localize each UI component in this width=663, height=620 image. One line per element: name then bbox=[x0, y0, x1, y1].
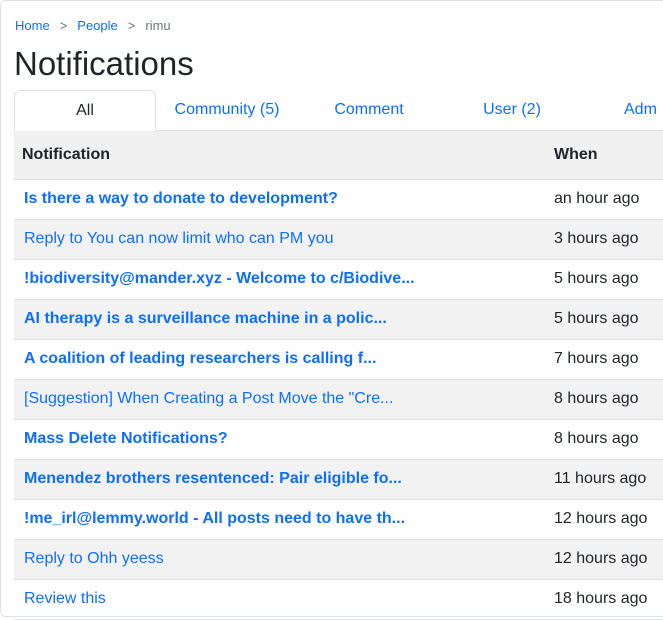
notification-cell: Mass Delete Notifications? bbox=[14, 419, 554, 460]
notification-time: 12 hours ago bbox=[554, 539, 663, 580]
tab-community[interactable]: Community (5) bbox=[164, 90, 290, 131]
notification-time: 5 hours ago bbox=[554, 259, 663, 300]
notification-cell: AI therapy is a surveillance machine in … bbox=[14, 299, 554, 340]
notification-link[interactable]: Reply to Ohh yeess bbox=[24, 550, 164, 567]
table-row: !me_irl@lemmy.world - All posts need to … bbox=[14, 499, 663, 540]
notification-cell: A coalition of leading researchers is ca… bbox=[14, 339, 554, 380]
table-row: A coalition of leading researchers is ca… bbox=[14, 339, 663, 380]
table-header-row: Notification When bbox=[14, 131, 663, 180]
table-row: !biodiversity@mander.xyz - Welcome to c/… bbox=[14, 259, 663, 300]
notification-cell: !biodiversity@mander.xyz - Welcome to c/… bbox=[14, 259, 554, 300]
notification-time: 8 hours ago bbox=[554, 379, 663, 420]
table-row: Review this 18 hours ago bbox=[14, 579, 663, 620]
notification-link[interactable]: AI therapy is a surveillance machine in … bbox=[24, 310, 387, 327]
notification-link[interactable]: Menendez brothers resentenced: Pair elig… bbox=[24, 470, 402, 487]
table-row: Mass Delete Notifications? 8 hours ago bbox=[14, 419, 663, 460]
breadcrumb-separator: > bbox=[59, 18, 68, 33]
notification-link[interactable]: [Suggestion] When Creating a Post Move t… bbox=[24, 390, 393, 407]
notification-link[interactable]: Review this bbox=[24, 590, 106, 607]
breadcrumb-people-link[interactable]: People bbox=[77, 18, 117, 33]
notification-link[interactable]: Reply to You can now limit who can PM yo… bbox=[24, 230, 334, 247]
tab-comment[interactable]: Comment bbox=[314, 90, 424, 131]
notification-time: 11 hours ago bbox=[554, 459, 663, 500]
notification-cell: Reply to Ohh yeess bbox=[14, 539, 554, 580]
tab-all[interactable]: All bbox=[14, 90, 156, 131]
notification-time: an hour ago bbox=[554, 179, 663, 220]
notification-cell: Reply to You can now limit who can PM yo… bbox=[14, 219, 554, 260]
table-row: Menendez brothers resentenced: Pair elig… bbox=[14, 459, 663, 500]
notification-link[interactable]: Is there a way to donate to development? bbox=[24, 190, 338, 207]
notification-link[interactable]: Mass Delete Notifications? bbox=[24, 430, 228, 447]
table-row: Reply to You can now limit who can PM yo… bbox=[14, 219, 663, 260]
notification-cell: !me_irl@lemmy.world - All posts need to … bbox=[14, 499, 554, 540]
notification-time: 8 hours ago bbox=[554, 419, 663, 460]
notification-time: 12 hours ago bbox=[554, 499, 663, 540]
table-row: AI therapy is a surveillance machine in … bbox=[14, 299, 663, 340]
notifications-table: Notification When Is there a way to dona… bbox=[14, 131, 663, 620]
column-header-when: When bbox=[554, 131, 663, 180]
notification-cell: Review this bbox=[14, 579, 554, 620]
table-row: [Suggestion] When Creating a Post Move t… bbox=[14, 379, 663, 420]
tab-user[interactable]: User (2) bbox=[464, 90, 560, 131]
breadcrumb-current: rimu bbox=[145, 18, 171, 33]
notification-time: 3 hours ago bbox=[554, 219, 663, 260]
table-row: Reply to Ohh yeess 12 hours ago bbox=[14, 539, 663, 580]
notification-cell: Is there a way to donate to development? bbox=[14, 179, 554, 220]
tab-admin[interactable]: Adm bbox=[624, 90, 663, 131]
table-row: Is there a way to donate to development?… bbox=[14, 179, 663, 220]
notification-link[interactable]: !biodiversity@mander.xyz - Welcome to c/… bbox=[24, 270, 415, 287]
notification-link[interactable]: !me_irl@lemmy.world - All posts need to … bbox=[24, 510, 405, 527]
column-header-notification: Notification bbox=[14, 131, 554, 180]
breadcrumb-home-link[interactable]: Home bbox=[15, 18, 50, 33]
notification-tabs: All Community (5) Comment User (2) Adm bbox=[14, 90, 663, 131]
notification-link[interactable]: A coalition of leading researchers is ca… bbox=[24, 350, 376, 367]
notification-cell: [Suggestion] When Creating a Post Move t… bbox=[14, 379, 554, 420]
page-title: Notifications bbox=[14, 45, 194, 82]
notification-time: 5 hours ago bbox=[554, 299, 663, 340]
notification-time: 7 hours ago bbox=[554, 339, 663, 380]
notification-time: 18 hours ago bbox=[554, 579, 663, 620]
breadcrumb-separator: > bbox=[127, 18, 136, 33]
notification-cell: Menendez brothers resentenced: Pair elig… bbox=[14, 459, 554, 500]
breadcrumb: Home > People > rimu bbox=[15, 18, 171, 33]
